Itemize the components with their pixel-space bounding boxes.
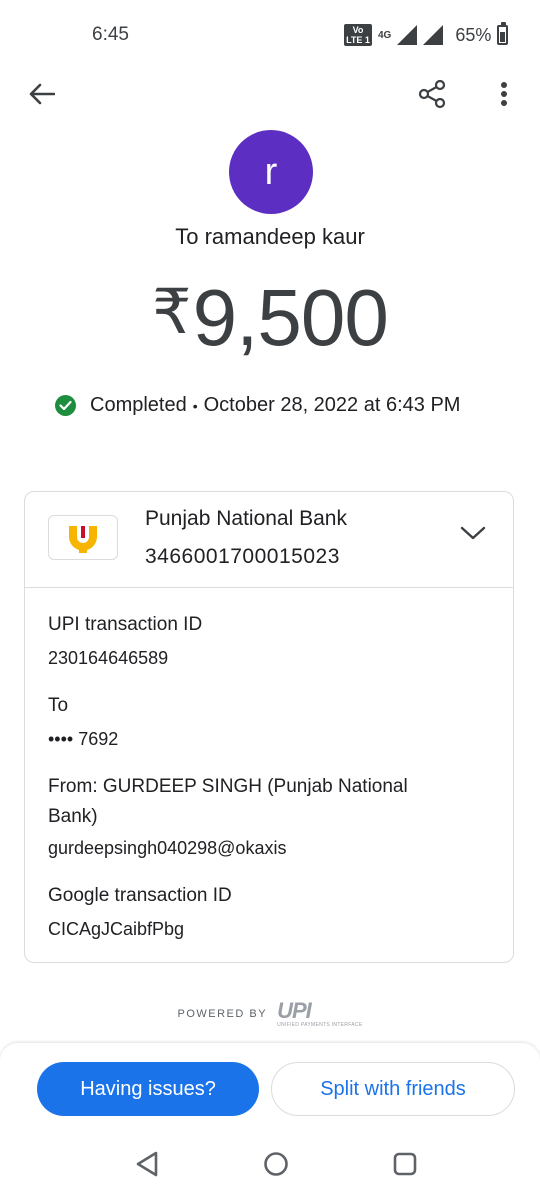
from-label-line-2: Bank)	[48, 806, 98, 827]
share-icon	[418, 79, 446, 109]
upi-transaction-id-value: 230164646589	[48, 648, 169, 668]
amount: ₹9,500	[0, 272, 540, 364]
circle-home-icon	[264, 1152, 288, 1176]
split-with-friends-button[interactable]: Split with friends	[271, 1062, 515, 1116]
arrow-left-icon	[29, 83, 55, 105]
pnb-logo-icon	[69, 525, 97, 553]
nav-home-button[interactable]	[262, 1150, 290, 1183]
upi-logo: UPI UNIFIED PAYMENTS INTERFACE	[277, 998, 363, 1029]
to-label: To	[48, 695, 69, 716]
expand-button[interactable]	[460, 525, 486, 546]
network-type: 4G	[378, 29, 392, 41]
powered-by-text: POWERED BY	[177, 1008, 268, 1020]
chevron-down-icon	[460, 526, 486, 540]
status-time: 6:45	[92, 24, 129, 45]
amount-value: 9,500	[192, 273, 389, 362]
from-label: From: GURDEEP SINGH (Punjab National	[48, 776, 408, 797]
nav-back-button[interactable]	[134, 1150, 160, 1183]
payment-status: Completed • October 28, 2022 at 6:43 PM	[55, 394, 460, 417]
google-transaction-id-label: Google transaction ID	[48, 885, 232, 906]
battery-percent: 65%	[455, 24, 492, 45]
more-options-button[interactable]	[488, 76, 520, 112]
more-vert-icon	[501, 82, 507, 106]
google-transaction-id-value: CICAgJCaibfPbg	[48, 919, 185, 939]
triangle-back-icon	[136, 1151, 158, 1177]
signal-icon-2	[423, 25, 444, 45]
currency-symbol: ₹	[152, 278, 191, 347]
to-value: •••• 7692	[48, 729, 119, 749]
back-button[interactable]	[24, 76, 60, 112]
volte-top: Vo	[352, 25, 364, 35]
from-upi-id: gurdeepsingh040298@okaxis	[48, 838, 287, 858]
share-button[interactable]	[414, 76, 450, 112]
nav-recents-button[interactable]	[391, 1150, 419, 1183]
upi-logo-text: UPI	[277, 998, 312, 1023]
square-recents-icon	[393, 1152, 417, 1176]
upi-logo-subtext: UNIFIED PAYMENTS INTERFACE	[277, 1022, 363, 1028]
battery-icon	[497, 22, 509, 45]
check-circle-icon	[55, 395, 76, 416]
status-datetime: October 28, 2022 at 6:43 PM	[203, 394, 461, 416]
bank-account-number: 3466001700015023	[145, 545, 340, 568]
upi-transaction-id-label: UPI transaction ID	[48, 614, 203, 635]
recipient-label: To ramandeep kaur	[175, 224, 365, 249]
status-icons: Vo LTE 1 4G 65%	[344, 22, 509, 48]
status-text: Completed	[90, 394, 187, 416]
volte-icon: Vo LTE 1	[344, 24, 372, 46]
bank-logo	[48, 515, 118, 560]
card-divider	[25, 587, 513, 588]
signal-icon	[397, 25, 418, 45]
volte-bottom: LTE 1	[346, 35, 370, 45]
status-separator: •	[192, 397, 198, 414]
avatar: r	[229, 130, 313, 214]
powered-by-upi: POWERED BY UPI UNIFIED PAYMENTS INTERFAC…	[0, 998, 540, 1029]
having-issues-button[interactable]: Having issues?	[37, 1062, 259, 1116]
bank-name: Punjab National Bank	[145, 507, 347, 530]
